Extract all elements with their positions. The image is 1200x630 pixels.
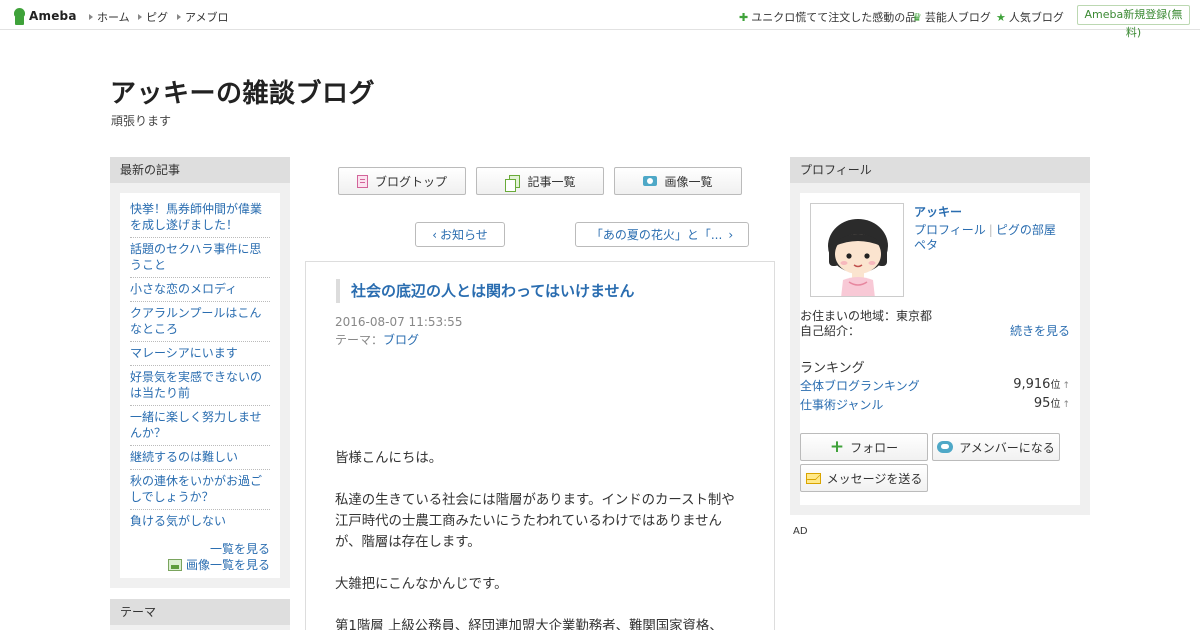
recent-post-link[interactable]: 快挙！馬券師仲間が偉業を成し遂げました！ <box>130 198 270 238</box>
nav-ameblo-link[interactable]: アメブロ <box>177 9 228 25</box>
plus-icon: + <box>829 437 845 457</box>
amember-button[interactable]: アメンバーになる <box>932 433 1060 461</box>
crown-icon: ♛ <box>912 11 922 24</box>
notebook-icon <box>356 174 368 188</box>
peta-link[interactable]: ペタ <box>914 238 938 252</box>
speech-bubble-icon <box>937 441 954 453</box>
theme-panel: テーマ <box>110 599 290 630</box>
theme-link[interactable]: ブログ <box>383 333 419 347</box>
article-date: 2016-08-07 11:53:55 <box>335 315 463 329</box>
recent-post-link[interactable]: 小さな恋のメロディ <box>130 278 270 302</box>
separator: | <box>988 223 993 237</box>
theme-heading: テーマ <box>110 599 290 625</box>
profile-intro-label: 自己紹介： <box>800 324 861 338</box>
recent-posts-panel: 最新の記事 快挙！馬券師仲間が偉業を成し遂げました！ 話題のセクハラ事件に思うこ… <box>110 157 290 588</box>
profile-link[interactable]: プロフィール <box>914 223 986 237</box>
prev-post-button[interactable]: ‹ お知らせ <box>415 222 505 247</box>
sparkle-icon: ✚ <box>739 11 749 24</box>
article-body: 皆様こんにちは。 私達の生きている社会には階層があります。インドのカースト制や江… <box>335 448 747 630</box>
star-icon: ★ <box>996 11 1006 24</box>
arrow-right-icon <box>138 14 142 20</box>
recent-post-link[interactable]: マレーシアにいます <box>130 342 270 366</box>
article: 社会の底辺の人とは関わってはいけません 2016-08-07 11:53:55 … <box>305 261 775 630</box>
avatar-image <box>811 204 903 296</box>
recent-post-link[interactable]: 負ける気がしない <box>130 510 270 533</box>
see-images-link[interactable]: 画像一覧を見る <box>130 557 270 573</box>
nav-pigg-link[interactable]: ピグ <box>138 9 168 25</box>
recent-posts-body: 快挙！馬券師仲間が偉業を成し遂げました！ 話題のセクハラ事件に思うこと 小さな恋… <box>120 193 280 578</box>
uniqlo-promo-link[interactable]: ✚ ユニクロ慌てて注文した感動の品 <box>739 9 916 25</box>
article-paragraph: 私達の生きている社会には階層があります。インドのカースト制や江戸時代の士農工商み… <box>335 493 735 550</box>
image-icon <box>167 559 182 571</box>
blog-top-button[interactable]: ブログトップ <box>338 167 466 195</box>
follow-button[interactable]: + フォロー <box>800 433 928 461</box>
popular-blog-link[interactable]: ★ 人気ブログ <box>996 9 1064 25</box>
article-title[interactable]: 社会の底辺の人とは関わってはいけません <box>336 279 635 303</box>
blog-title[interactable]: アッキーの雑談ブログ <box>110 73 375 110</box>
ranking-heading: ランキング <box>800 361 865 376</box>
arrow-right-icon <box>177 14 181 20</box>
pigg-room-link[interactable]: ピグの部屋 <box>996 223 1056 237</box>
ameba-logo-icon <box>13 7 26 25</box>
image-list-button[interactable]: 画像一覧 <box>614 167 742 195</box>
celebrity-blog-link[interactable]: ♛ 芸能人ブログ <box>912 9 991 25</box>
send-message-button[interactable]: メッセージを送る <box>800 464 928 492</box>
logo-text: Ameba <box>29 9 77 23</box>
genre-ranking-link[interactable]: 仕事術ジャンル <box>800 396 883 413</box>
recent-post-link[interactable]: 秋の連休をいかがお過ごしでしょうか？ <box>130 470 270 510</box>
documents-icon <box>505 174 521 192</box>
arrow-up-icon: ↑ <box>1062 381 1070 391</box>
recent-post-link[interactable]: 継続するのは難しい <box>130 446 270 470</box>
envelope-icon <box>805 472 821 484</box>
profile-name[interactable]: アッキー <box>914 203 962 220</box>
chevron-right-icon: › <box>728 227 734 242</box>
overall-ranking-link[interactable]: 全体ブログランキング <box>800 377 920 394</box>
arrow-right-icon <box>89 14 93 20</box>
read-more-link[interactable]: 続きを見る <box>1010 322 1070 339</box>
camera-icon <box>643 176 658 186</box>
profile-body: アッキー プロフィール | ピグの部屋 ペタ お住まいの地域：東京都 自己紹介： 続… <box>800 193 1080 505</box>
profile-links: プロフィール | ピグの部屋 ペタ <box>914 223 1074 253</box>
article-list-button[interactable]: 記事一覧 <box>476 167 604 195</box>
article-paragraph: 大雑把にこんなかんじです。 <box>335 577 508 592</box>
recent-posts-heading: 最新の記事 <box>110 157 290 183</box>
overall-ranking-value: 9,916位 ↑ <box>1013 377 1070 392</box>
global-header: Ameba ホーム ピグ アメブロ ✚ ユニクロ慌てて注文した感動の品 ♛ 芸能人ブ… <box>0 0 1200 39</box>
nav-home-link[interactable]: ホーム <box>89 9 130 25</box>
recent-post-link[interactable]: 好景気を実感できないのは当たり前 <box>130 366 270 406</box>
recent-posts-list: 快挙！馬券師仲間が偉業を成し遂げました！ 話題のセクハラ事件に思うこと 小さな恋… <box>130 198 270 533</box>
blog-description: 頑張ります <box>111 114 172 128</box>
article-theme: テーマ：ブログ <box>335 333 420 347</box>
chevron-left-icon: ‹ <box>432 227 438 242</box>
avatar[interactable] <box>810 203 904 297</box>
recent-post-link[interactable]: クアラルンプールはこんなところ <box>130 302 270 342</box>
profile-heading: プロフィール <box>790 157 1090 183</box>
article-paragraph: 第1階層 上級公務員、経団連加盟大企業勤務者、難関国家資格、 <box>335 619 723 630</box>
article-paragraph: 皆様こんにちは。 <box>335 451 443 466</box>
profile-panel: プロフィール アッキー プロフィール | ピグの部屋 ペタ お住まいの地域：東京… <box>790 157 1090 515</box>
next-post-button[interactable]: 「あの夏の花火」と「... › <box>575 222 749 247</box>
see-all-posts-link[interactable]: 一覧を見る <box>130 541 270 557</box>
ameba-logo[interactable]: Ameba <box>13 7 77 25</box>
arrow-up-icon: ↑ <box>1062 400 1070 410</box>
recent-post-link[interactable]: 話題のセクハラ事件に思うこと <box>130 238 270 278</box>
recent-post-link[interactable]: 一緒に楽しく努力しませんか？ <box>130 406 270 446</box>
register-button[interactable]: Ameba新規登録(無料) <box>1077 5 1190 39</box>
genre-ranking-value: 95位 ↑ <box>1033 396 1070 411</box>
ad-label: AD <box>793 526 808 537</box>
